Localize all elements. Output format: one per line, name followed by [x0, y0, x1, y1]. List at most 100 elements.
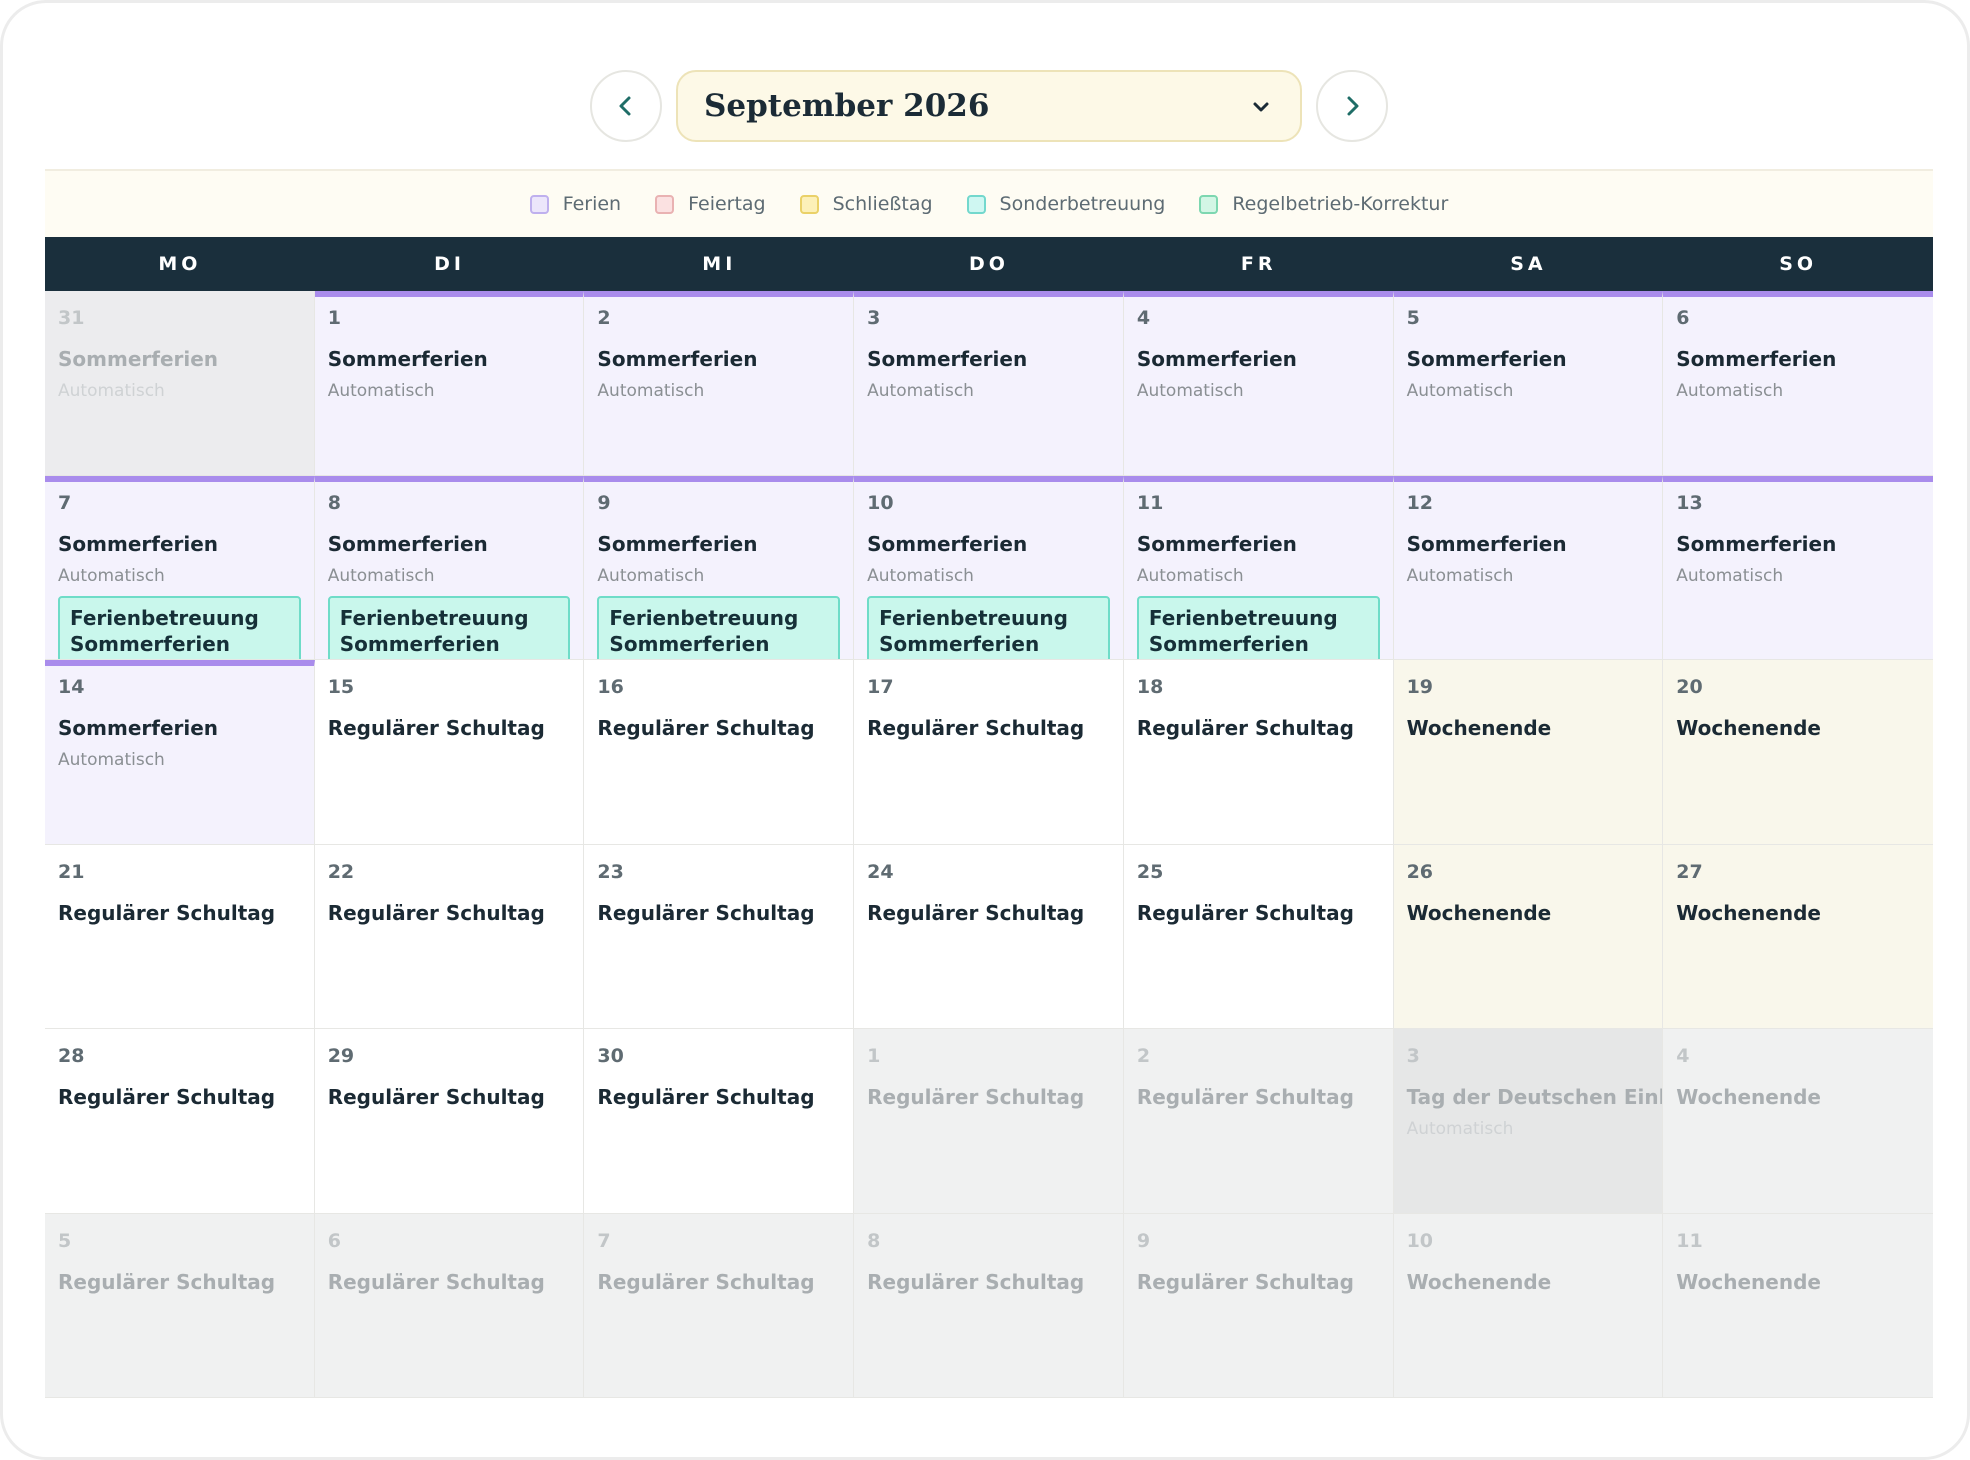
day-cell[interactable]: 9 Sommerferien Automatisch Ferienbetreuung S… — [584, 475, 855, 660]
day-source-note: Automatisch — [1136, 565, 1244, 586]
day-cell[interactable]: 8 Regulärer Schultag — [854, 1213, 1124, 1398]
day-status: Wochenende — [1406, 1269, 1552, 1294]
month-calendar: MO DI MI DO FR SA SO 31 Sommerferien Automatisch… — [45, 237, 1933, 1398]
day-cell[interactable]: 11 Wochenende — [1663, 1213, 1933, 1398]
day-status: Regulärer Schultag — [1136, 1085, 1354, 1109]
day-cell[interactable]: 19 Wochenende — [1393, 660, 1664, 845]
event-chip-line: Ferienbetreuung — [609, 605, 799, 630]
legend-label: Sonderbetreuung — [999, 193, 1166, 215]
day-cell[interactable]: 21 Regulärer Schultag — [45, 844, 315, 1029]
day-status: Sommerferien — [597, 347, 758, 371]
day-cell[interactable]: 30 Regulärer Schultag — [584, 1029, 855, 1214]
event-chip[interactable]: Ferienbetreuung Sommerferien — [58, 595, 301, 660]
day-cell[interactable]: 8 Sommerferien Automatisch Ferienbetreuung S… — [314, 475, 585, 660]
day-cell[interactable]: 25 Regulärer Schultag — [1123, 844, 1394, 1029]
day-cell[interactable]: 29 Regulärer Schultag — [314, 1029, 585, 1214]
day-number: 25 — [1136, 860, 1164, 883]
day-number: 2 — [1136, 1045, 1151, 1067]
day-cell[interactable]: 18 Regulärer Schultag — [1123, 660, 1394, 845]
day-cell[interactable]: 1 Regulärer Schultag — [854, 1029, 1124, 1214]
day-cell[interactable]: 23 Regulärer Schultag — [584, 844, 855, 1029]
day-number: 11 — [1136, 491, 1164, 514]
day-cell[interactable]: 27 Wochenende — [1663, 844, 1933, 1029]
day-status: Regulärer Schultag — [327, 1269, 545, 1294]
event-chip-line: Ferienbetreuung — [70, 605, 259, 630]
day-cell[interactable]: 6 Regulärer Schultag — [314, 1213, 585, 1398]
day-status: Sommerferien — [867, 531, 1028, 556]
day-number: 5 — [1406, 307, 1420, 329]
day-cell[interactable]: 31 Sommerferien Automatisch — [45, 291, 315, 476]
day-cell[interactable]: 9 Regulärer Schultag — [1123, 1213, 1394, 1398]
day-source-note: Automatisch — [867, 565, 974, 586]
day-cell[interactable]: 4 Sommerferien Automatisch — [1123, 291, 1394, 476]
day-cell[interactable]: 7 Regulärer Schultag — [584, 1213, 855, 1398]
day-source-note: Automatisch — [597, 565, 705, 586]
day-status: Sommerferien — [58, 531, 219, 556]
day-cell[interactable]: 28 Regulärer Schultag — [45, 1029, 315, 1214]
day-source-note: Automatisch — [327, 565, 435, 586]
day-cell[interactable]: 2 Sommerferien Automatisch — [584, 291, 855, 476]
event-chip[interactable]: Ferienbetreuung Sommerferien — [1136, 595, 1380, 660]
day-number: 6 — [327, 1229, 341, 1252]
day-cell[interactable]: 1 Sommerferien Automatisch — [314, 291, 585, 476]
day-source-note: Automatisch — [597, 381, 705, 401]
day-status: Regulärer Schultag — [58, 1085, 276, 1109]
weekday-header-cell: MO — [158, 253, 202, 275]
day-number: 1 — [867, 1045, 881, 1067]
day-source-note: Automatisch — [1406, 381, 1514, 401]
legend-label: Ferien — [562, 193, 622, 215]
day-number: 8 — [327, 491, 341, 514]
legend-label: Schließtag — [832, 193, 933, 215]
legend-item: Feiertag — [655, 193, 766, 215]
day-status: Sommerferien — [58, 347, 219, 371]
day-cell[interactable]: 2 Regulärer Schultag — [1123, 1029, 1394, 1214]
day-cell[interactable]: 5 Regulärer Schultag — [45, 1213, 315, 1398]
day-status: Sommerferien — [1406, 347, 1567, 371]
day-cell[interactable]: 17 Regulärer Schultag — [854, 660, 1124, 845]
day-source-note: Automatisch — [58, 381, 165, 401]
legend-swatch — [529, 194, 549, 214]
day-cell[interactable]: 6 Sommerferien Automatisch — [1663, 291, 1933, 476]
day-cell[interactable]: 22 Regulärer Schultag — [314, 844, 585, 1029]
day-cell[interactable]: 10 Sommerferien Automatisch Ferienbetreuung… — [854, 475, 1124, 660]
day-cell[interactable]: 5 Sommerferien Automatisch — [1393, 291, 1664, 476]
day-cell[interactable]: 3 Tag der Deutschen Einheit Automatisch — [1393, 1029, 1664, 1214]
day-cell[interactable]: 15 Regulärer Schultag — [314, 660, 585, 845]
previous-month-button[interactable] — [590, 70, 662, 142]
day-cell[interactable]: 10 Wochenende — [1393, 1213, 1664, 1398]
day-status: Regulärer Schultag — [327, 716, 545, 740]
day-source-note: Automatisch — [1406, 1119, 1514, 1139]
day-cell[interactable]: 14 Sommerferien Automatisch — [45, 660, 315, 845]
day-cell[interactable]: 12 Sommerferien Automatisch — [1393, 475, 1664, 660]
day-status: Sommerferien — [327, 531, 488, 556]
weekday-header: MO DI MI DO FR SA SO — [45, 237, 1933, 291]
day-cell[interactable]: 16 Regulärer Schultag — [584, 660, 855, 845]
day-cell[interactable]: 7 Sommerferien Automatisch Ferienbetreuung S… — [45, 475, 315, 660]
day-number: 3 — [867, 307, 881, 329]
legend-item: Ferien — [529, 193, 622, 215]
day-cell[interactable]: 24 Regulärer Schultag — [854, 844, 1124, 1029]
day-status: Regulärer Schultag — [867, 1085, 1085, 1109]
day-cell[interactable]: 20 Wochenende — [1663, 660, 1933, 845]
day-number: 19 — [1406, 676, 1434, 698]
month-select[interactable]: September 2026 — [676, 70, 1302, 142]
day-number: 9 — [597, 491, 611, 514]
day-number: 4 — [1676, 1045, 1690, 1067]
day-number: 12 — [1406, 491, 1434, 514]
event-chip[interactable]: Ferienbetreuung Sommerferien — [327, 595, 571, 660]
day-cell[interactable]: 4 Wochenende — [1663, 1029, 1933, 1214]
day-cell[interactable]: 11 Sommerferien Automatisch Ferienbetreuung… — [1123, 475, 1394, 660]
day-cell[interactable]: 26 Wochenende — [1393, 844, 1664, 1029]
day-status: Sommerferien — [867, 347, 1028, 371]
next-month-button[interactable] — [1316, 70, 1388, 142]
chevron-right-icon — [1347, 96, 1359, 116]
day-status: Wochenende — [1406, 716, 1552, 740]
day-source-note: Automatisch — [867, 381, 974, 401]
event-chip[interactable]: Ferienbetreuung Sommerferien — [867, 595, 1110, 660]
chevron-down-icon — [1253, 102, 1269, 112]
day-cell[interactable]: 13 Sommerferien Automatisch — [1663, 475, 1933, 660]
event-chip[interactable]: Ferienbetreuung Sommerferien — [597, 595, 841, 660]
day-status: Regulärer Schultag — [867, 900, 1085, 925]
day-status: Regulärer Schultag — [597, 716, 815, 740]
day-cell[interactable]: 3 Sommerferien Automatisch — [854, 291, 1124, 476]
